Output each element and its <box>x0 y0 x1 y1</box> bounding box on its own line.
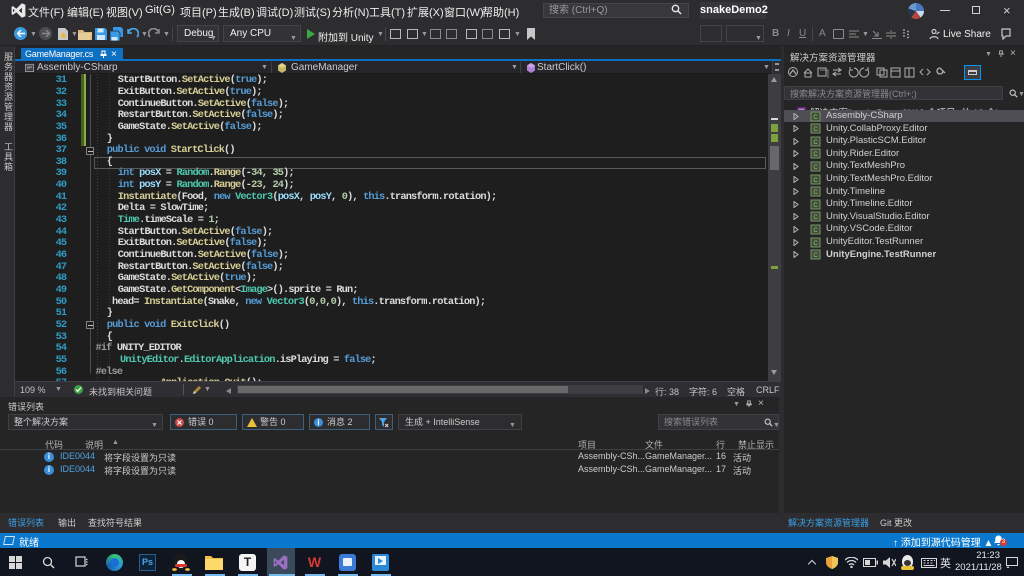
svg-text:C: C <box>813 203 818 209</box>
svg-text:C: C <box>813 165 818 171</box>
svg-text:C: C <box>813 241 818 247</box>
svg-text:C: C <box>813 115 818 121</box>
svg-text:C: C <box>813 178 818 184</box>
svg-text:C: C <box>813 190 818 196</box>
svg-text:C: C <box>813 152 818 158</box>
svg-text:C: C <box>813 140 818 146</box>
svg-text:C: C <box>813 127 818 133</box>
svg-text:C: C <box>813 215 818 221</box>
svg-text:C: C <box>813 253 818 259</box>
svg-text:C: C <box>813 228 818 234</box>
